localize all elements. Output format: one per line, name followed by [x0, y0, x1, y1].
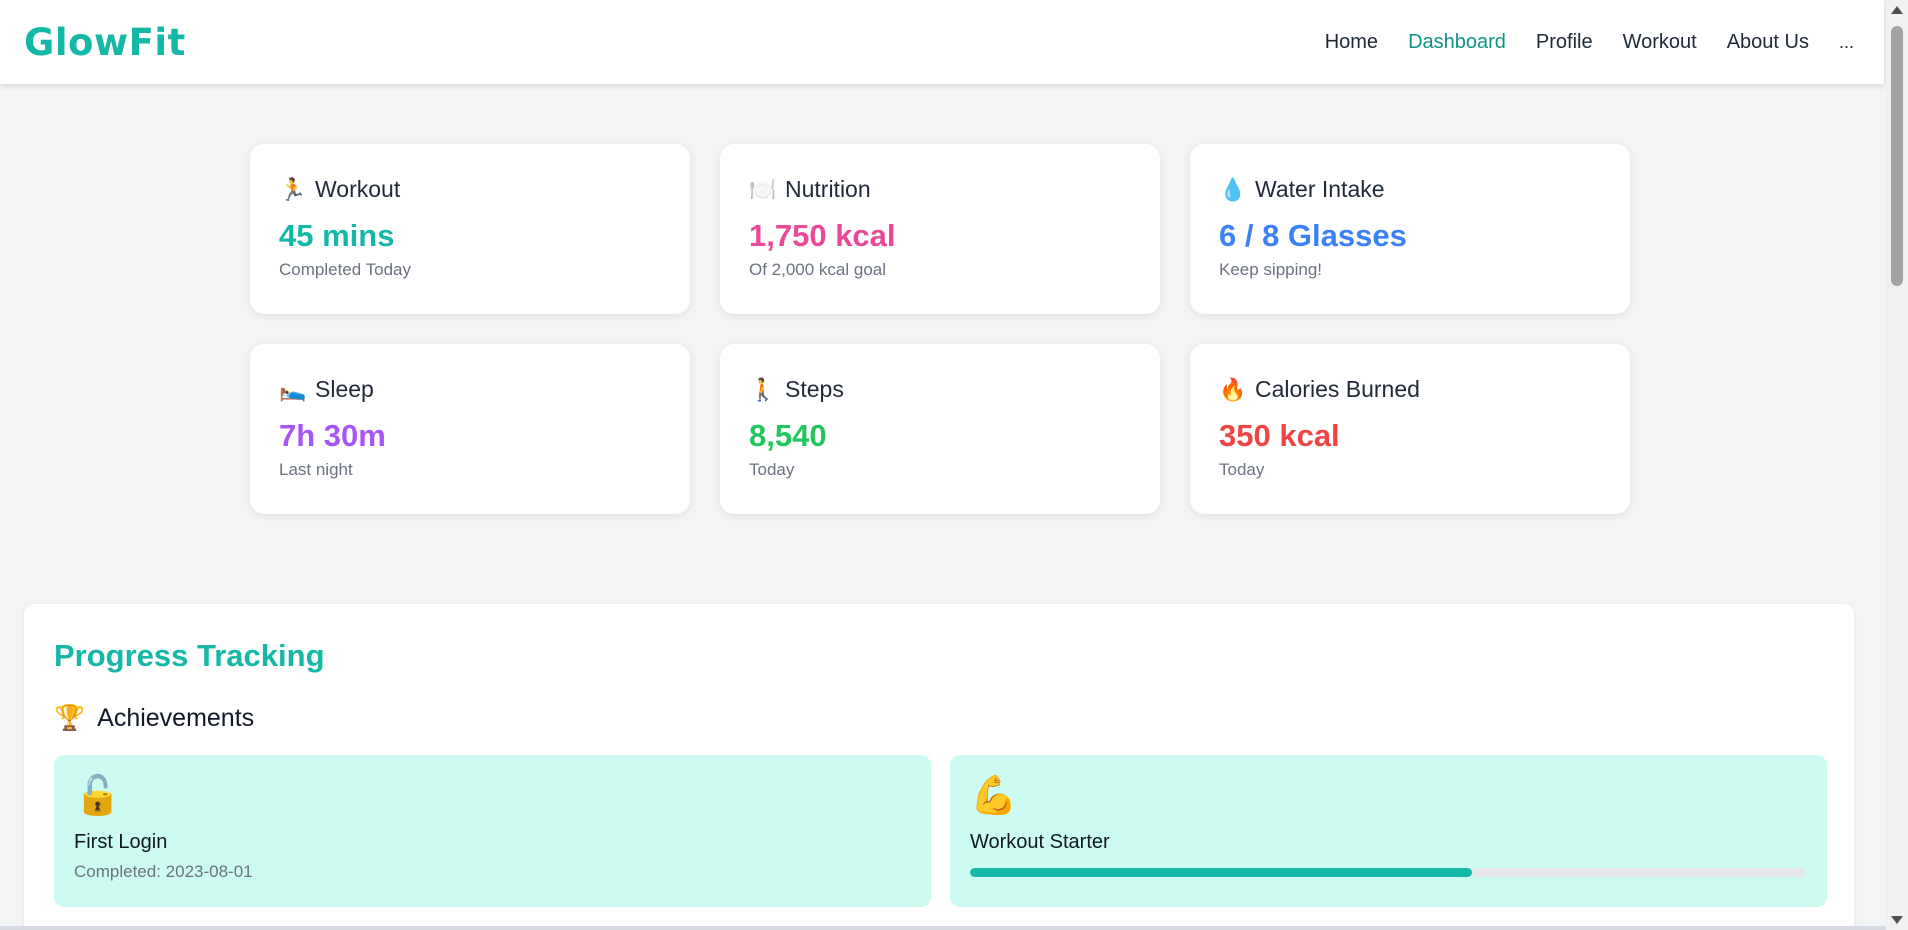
- trophy-icon: 🏆: [54, 704, 86, 732]
- card-subtitle: Of 2,000 kcal goal: [749, 260, 887, 280]
- achievement-completed-date: Completed: 2023-08-01: [74, 862, 253, 881]
- card-value: 6 / 8 Glasses: [1219, 218, 1407, 253]
- card-sleep: 🛌 Sleep 7h 30m Last night: [250, 344, 690, 514]
- section-title: Progress Tracking: [54, 638, 325, 673]
- card-title: Calories Burned: [1255, 376, 1420, 402]
- progress-tracking-section: Progress Tracking 🏆 Achievements 🔓 First…: [24, 604, 1854, 930]
- navbar: GlowFit Home Dashboard Profile Workout A…: [0, 0, 1884, 84]
- card-title: Sleep: [315, 376, 374, 402]
- card-value: 45 mins: [279, 218, 395, 253]
- droplet-icon: 💧: [1219, 176, 1247, 202]
- achievement-title: Workout Starter: [970, 831, 1110, 853]
- unlock-icon: 🔓: [74, 775, 122, 817]
- card-subtitle: Last night: [279, 460, 353, 480]
- achievement-title: First Login: [74, 831, 168, 853]
- card-subtitle: Today: [749, 460, 795, 480]
- bed-icon: 🛌: [279, 376, 307, 402]
- card-subtitle: Completed Today: [279, 260, 411, 280]
- achievement-card-first-login: 🔓 First Login Completed: 2023-08-01: [54, 755, 931, 907]
- plate-icon: 🍽️: [749, 176, 777, 202]
- achievement-progress-fill: [970, 868, 1472, 877]
- achievements-list: 🔓 First Login Completed: 2023-08-01 💪 Wo…: [54, 755, 1827, 907]
- card-value: 8,540: [749, 418, 827, 453]
- window-bottom-edge: [0, 926, 1886, 930]
- card-water-intake: 💧 Water Intake 6 / 8 Glasses Keep sippin…: [1190, 144, 1630, 314]
- vertical-scrollbar[interactable]: [1886, 0, 1908, 930]
- nav-links: Home Dashboard Profile Workout About Us …: [1325, 31, 1860, 54]
- card-title: Nutrition: [785, 176, 871, 202]
- nav-more-button[interactable]: ...: [1839, 32, 1854, 53]
- scroll-thumb[interactable]: [1891, 26, 1903, 286]
- card-header: 🔥 Calories Burned: [1219, 376, 1601, 403]
- nav-home[interactable]: Home: [1325, 31, 1378, 54]
- card-subtitle: Keep sipping!: [1219, 260, 1323, 280]
- achievement-progress-bar: [970, 868, 1806, 877]
- scroll-up-arrow-icon[interactable]: [1891, 6, 1903, 14]
- card-workout: 🏃 Workout 45 mins Completed Today: [250, 144, 690, 314]
- card-header: 🛌 Sleep: [279, 376, 661, 403]
- fire-icon: 🔥: [1219, 376, 1247, 402]
- card-header: 🏃 Workout: [279, 176, 661, 203]
- card-header: 💧 Water Intake: [1219, 176, 1601, 203]
- achievements-heading: 🏆 Achievements: [54, 704, 1824, 733]
- scroll-down-arrow-icon[interactable]: [1891, 916, 1903, 924]
- card-value: 7h 30m: [279, 418, 386, 453]
- achievement-card-workout-starter: 💪 Workout Starter: [950, 755, 1827, 907]
- runner-icon: 🏃: [279, 176, 307, 202]
- card-header: 🚶 Steps: [749, 376, 1131, 403]
- card-calories-burned: 🔥 Calories Burned 350 kcal Today: [1190, 344, 1630, 514]
- card-title: Workout: [315, 176, 401, 202]
- card-nutrition: 🍽️ Nutrition 1,750 kcal Of 2,000 kcal go…: [720, 144, 1160, 314]
- summary-cards: 🏃 Workout 45 mins Completed Today 🍽️ Nut…: [250, 144, 1630, 514]
- card-title: Steps: [785, 376, 844, 402]
- achievements-title: Achievements: [97, 704, 255, 732]
- card-title: Water Intake: [1255, 176, 1385, 202]
- nav-profile[interactable]: Profile: [1536, 31, 1593, 54]
- walker-icon: 🚶: [749, 376, 777, 402]
- card-value: 350 kcal: [1219, 418, 1340, 453]
- card-value: 1,750 kcal: [749, 218, 896, 253]
- card-header: 🍽️ Nutrition: [749, 176, 1131, 203]
- card-steps: 🚶 Steps 8,540 Today: [720, 344, 1160, 514]
- card-subtitle: Today: [1219, 460, 1265, 480]
- app-logo[interactable]: GlowFit: [24, 21, 186, 64]
- nav-dashboard[interactable]: Dashboard: [1408, 31, 1506, 54]
- nav-workout[interactable]: Workout: [1623, 31, 1697, 54]
- nav-about-us[interactable]: About Us: [1727, 31, 1809, 54]
- flexed-biceps-icon: 💪: [970, 775, 1018, 817]
